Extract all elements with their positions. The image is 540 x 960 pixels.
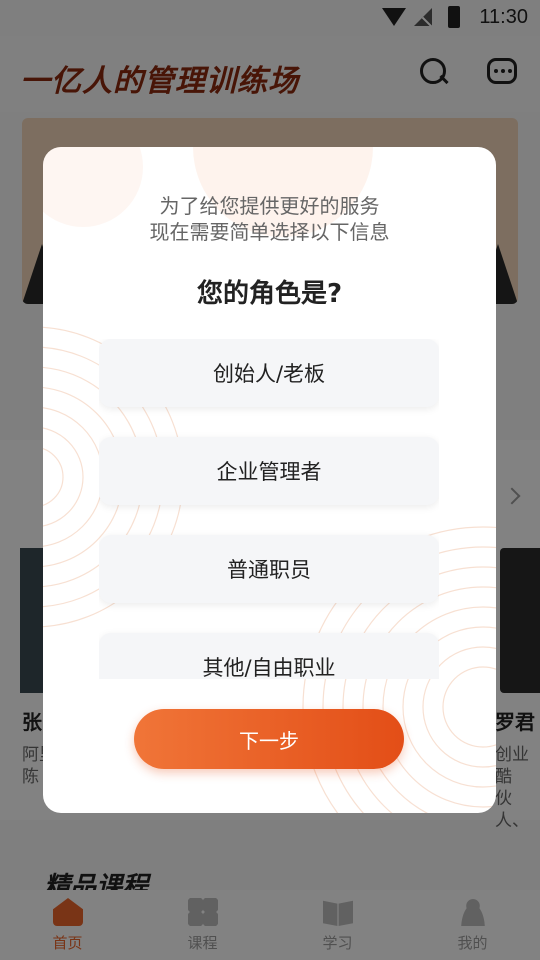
- option-founder[interactable]: 创始人/老板: [99, 339, 439, 407]
- role-select-dialog: 为了给您提供更好的服务 现在需要简单选择以下信息 您的角色是? 创始人/老板 企…: [43, 147, 496, 813]
- option-freelance[interactable]: 其他/自由职业: [99, 633, 439, 679]
- intro-line: 为了给您提供更好的服务: [159, 194, 380, 218]
- option-staff[interactable]: 普通职员: [99, 535, 439, 603]
- dialog-intro: 为了给您提供更好的服务 现在需要简单选择以下信息: [43, 193, 496, 245]
- next-button[interactable]: 下一步: [134, 709, 404, 769]
- option-manager[interactable]: 企业管理者: [99, 437, 439, 505]
- role-options-list[interactable]: 创始人/老板 企业管理者 普通职员 其他/自由职业: [99, 339, 439, 679]
- dialog-question: 您的角色是?: [196, 279, 343, 309]
- intro-line: 现在需要简单选择以下信息: [149, 220, 390, 244]
